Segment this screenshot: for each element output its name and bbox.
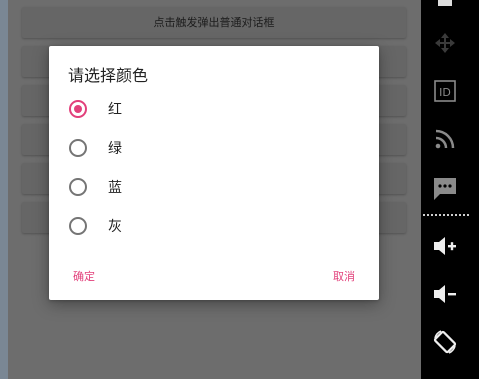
option-gray[interactable]: 灰 <box>49 206 379 245</box>
color-dialog: 请选择颜色 红 绿 蓝 灰 确定 取消 <box>49 46 379 300</box>
radio-checked-icon[interactable] <box>69 100 87 118</box>
id-icon[interactable]: ID <box>421 78 469 104</box>
trigger-dialog-button[interactable]: 点击触发弹出普通对话框 <box>22 7 406 38</box>
emulator-toolbar: ID <box>421 0 479 379</box>
svg-text:ID: ID <box>439 86 451 99</box>
option-label: 红 <box>108 102 122 118</box>
option-label: 绿 <box>108 141 122 157</box>
volume-up-icon[interactable] <box>421 233 469 259</box>
volume-down-icon[interactable] <box>421 281 469 307</box>
window-edge <box>0 0 8 379</box>
option-green[interactable]: 绿 <box>49 128 379 167</box>
power-icon[interactable] <box>421 0 469 10</box>
confirm-button[interactable]: 确定 <box>73 268 95 284</box>
option-red[interactable]: 红 <box>49 89 379 128</box>
option-label: 灰 <box>108 219 122 235</box>
rss-icon[interactable] <box>421 126 469 152</box>
dialog-title: 请选择颜色 <box>68 66 149 85</box>
screen: 点击触发弹出普通对话框 ID 请选择颜色 红 绿 蓝 灰 确定 取消 <box>0 0 479 379</box>
option-blue[interactable]: 蓝 <box>49 167 379 206</box>
chat-icon[interactable] <box>421 174 469 202</box>
option-label: 蓝 <box>108 180 122 196</box>
move-icon[interactable] <box>421 30 469 56</box>
toolbar-divider <box>423 214 469 216</box>
radio-unchecked-icon[interactable] <box>69 217 87 235</box>
cancel-button[interactable]: 取消 <box>333 268 355 284</box>
radio-unchecked-icon[interactable] <box>69 178 87 196</box>
radio-unchecked-icon[interactable] <box>69 139 87 157</box>
rotate-icon[interactable] <box>421 327 469 357</box>
